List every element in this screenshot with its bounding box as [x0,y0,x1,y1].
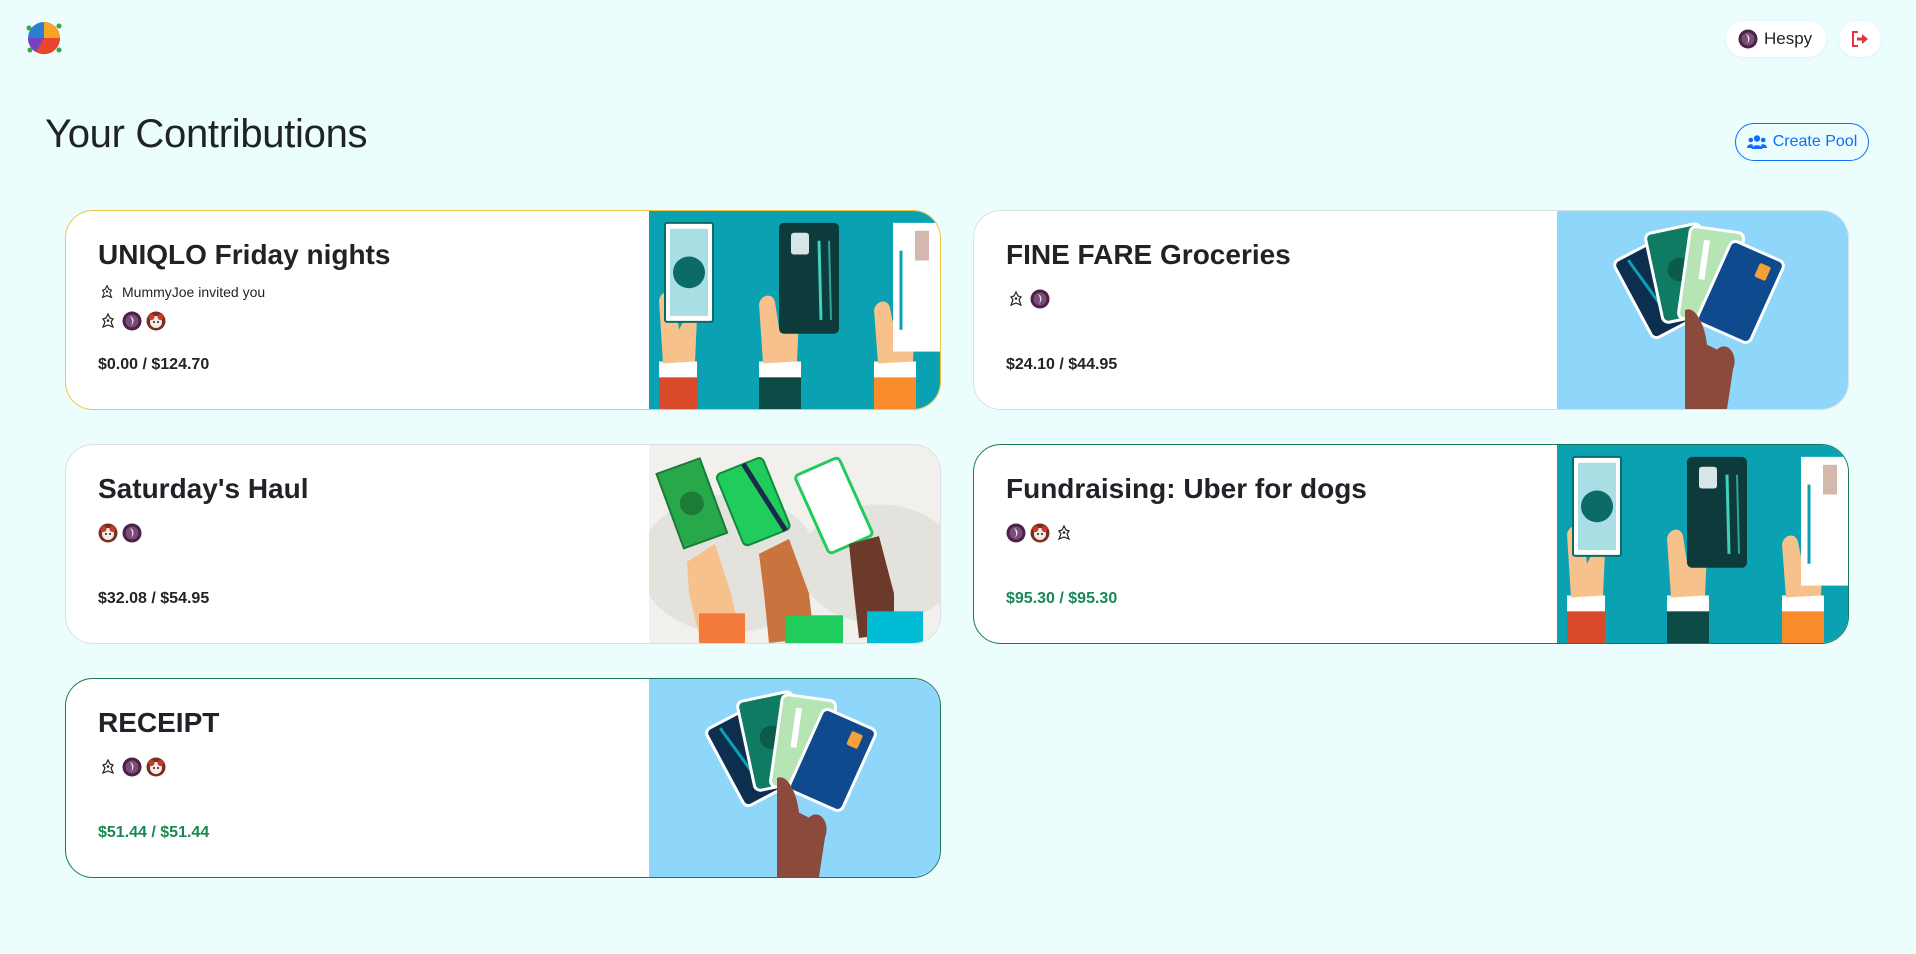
pool-amount: $51.44 / $51.44 [98,824,210,841]
member-avatar-red-cat [146,311,166,331]
pool-amount: $95.30 / $95.30 [1006,590,1118,607]
hand-fan-of-cards-illustration [649,679,940,877]
create-pool-button[interactable]: Create Pool [1735,123,1869,161]
member-avatars [1006,523,1074,543]
inviter-line: MummyJoe invited you [98,283,265,301]
user-menu-button[interactable]: Hespy [1726,21,1827,57]
pool-title: Saturday's Haul [98,473,309,504]
member-avatar-red-cat [1030,523,1050,543]
member-avatar-purple [1006,523,1026,543]
member-avatar-purple [122,523,142,543]
member-avatars [98,311,166,331]
member-avatar-purple [1030,289,1050,309]
pool-amount: $32.08 / $54.95 [98,590,210,607]
pool-card-receipt[interactable]: RECEIPT $51.44 / $51.44 [65,678,941,878]
member-avatars [1006,289,1050,309]
member-avatar-red-cat [98,523,118,543]
pool-title: FINE FARE Groceries [1006,239,1291,270]
pool-title: Fundraising: Uber for dogs [1006,473,1367,504]
pool-title: UNIQLO Friday nights [98,239,391,270]
pool-card-fundraising[interactable]: Fundraising: Uber for dogs $95.30 / $95.… [973,444,1849,644]
hands-cash-card-cheque-illustration [649,211,940,409]
pool-card-uniqlo[interactable]: UNIQLO Friday nights MummyJoe invited yo… [65,210,941,410]
member-avatar-robot [1006,289,1026,309]
pie-chart-logo-icon[interactable] [26,20,62,56]
users-icon [1746,135,1767,149]
user-name: Hespy [1764,29,1813,48]
sign-out-icon [1852,31,1868,47]
pool-card-saturdays-haul[interactable]: Saturday's Haul $32.08 / $54.95 [65,444,941,644]
member-avatar-purple [122,757,142,777]
inviter-text: MummyJoe invited you [122,284,266,300]
pool-title: RECEIPT [98,707,220,738]
hand-fan-of-cards-illustration [1557,211,1848,409]
member-avatar-purple [122,311,142,331]
member-avatars [98,757,166,777]
create-pool-label: Create Pool [1772,133,1858,150]
member-avatar-robot [1054,523,1074,543]
inviter-avatar [98,283,116,301]
page-title: Your Contributions [45,112,368,156]
user-avatar [1738,29,1758,49]
pool-amount: $24.10 / $44.95 [1006,356,1118,373]
hands-diverse-payments-illustration [649,445,940,643]
hands-cash-card-cheque-illustration [1557,445,1848,643]
logout-button[interactable] [1839,21,1881,57]
member-avatar-robot [98,757,118,777]
pool-card-fine-fare[interactable]: FINE FARE Groceries $24.10 / $44.95 [973,210,1849,410]
member-avatar-red-cat [146,757,166,777]
member-avatar-robot [98,311,118,331]
member-avatars [98,523,142,543]
pool-amount: $0.00 / $124.70 [98,356,210,373]
